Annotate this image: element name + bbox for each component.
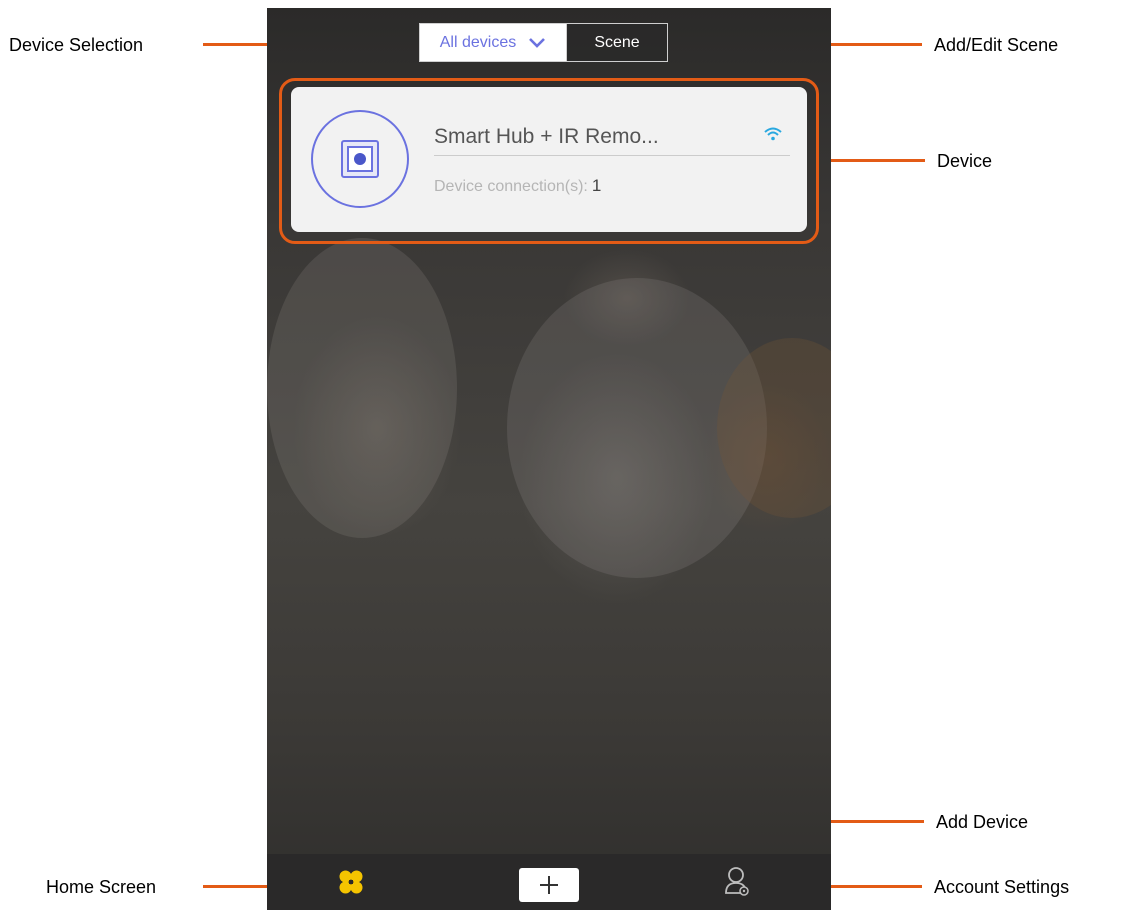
callout-add-device: Add Device (936, 812, 1029, 832)
callout-line-device (820, 159, 925, 162)
hub-icon (341, 140, 379, 178)
device-divider (434, 155, 790, 156)
add-device-button[interactable] (519, 868, 579, 902)
callout-add-edit-scene: Add/Edit Scene (934, 35, 1059, 55)
callout-account-settings: Account Settings (934, 877, 1070, 897)
device-icon (311, 110, 409, 208)
callout-device-selection: Device Selection (9, 35, 144, 55)
chevron-down-icon (529, 37, 546, 48)
plus-icon (540, 876, 558, 894)
home-icon[interactable] (339, 870, 363, 894)
device-connection-label: Device connection(s): (434, 178, 588, 195)
device-filter-dropdown[interactable]: All devices (420, 24, 566, 61)
background-photo (267, 238, 457, 538)
device-scene-selector: All devices Scene (419, 23, 668, 62)
bottom-nav-bar (267, 854, 831, 910)
device-connection-count: 1 (591, 176, 602, 195)
device-connection: Device connection(s): 1 (434, 176, 601, 196)
app-screen: All devices Scene Smart Hub + IR Remo...… (267, 8, 831, 910)
scene-button[interactable]: Scene (566, 24, 667, 61)
callout-device: Device (937, 151, 993, 171)
account-icon[interactable] (724, 865, 750, 897)
device-filter-label: All devices (439, 33, 517, 51)
wifi-icon (764, 127, 782, 141)
device-card[interactable]: Smart Hub + IR Remo... Device connection… (291, 87, 807, 232)
device-name: Smart Hub + IR Remo... (434, 125, 659, 148)
callout-home-screen: Home Screen (46, 877, 157, 897)
